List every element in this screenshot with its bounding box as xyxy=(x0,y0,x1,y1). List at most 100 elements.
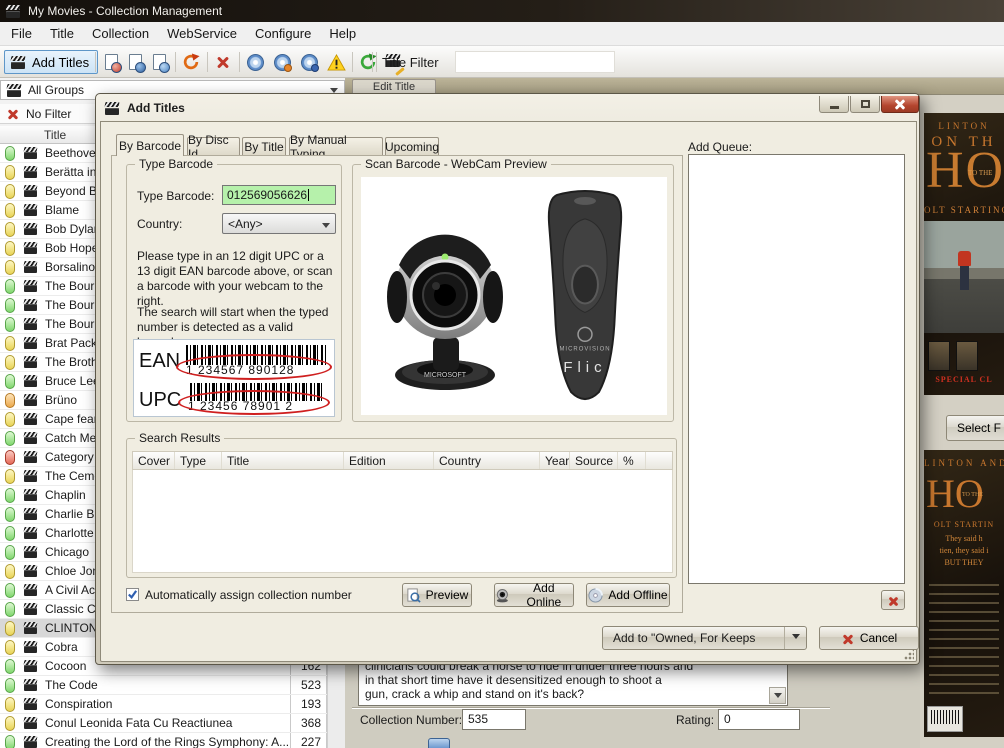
dropdown-arrow-section[interactable] xyxy=(784,627,806,649)
menu-item[interactable]: File xyxy=(2,22,41,45)
toolbar-separator xyxy=(207,52,208,72)
movie-clapper-icon xyxy=(20,413,41,425)
rating-label: Rating: xyxy=(676,713,714,727)
add-queue-list[interactable] xyxy=(688,154,905,584)
warning-icon xyxy=(327,54,346,71)
barcode-input[interactable]: 012569056626 xyxy=(222,185,336,205)
title-cell: The Code xyxy=(41,678,290,692)
disc-back-button[interactable] xyxy=(244,51,266,73)
tab-By Manual Typing[interactable]: By Manual Typing xyxy=(289,137,383,156)
table-row[interactable]: Creating the Lord of the Rings Symphony:… xyxy=(0,733,327,748)
webcam-preview-group: Scan Barcode - WebCam Preview xyxy=(352,164,674,422)
country-select[interactable]: <Any> xyxy=(222,213,336,234)
minimize-icon xyxy=(830,106,839,109)
movie-clapper-icon xyxy=(20,603,41,615)
cover-badge: SPECIAL CL xyxy=(924,375,1004,384)
export-page-button[interactable] xyxy=(100,51,122,73)
toolbar-separator xyxy=(239,52,240,72)
column-header[interactable]: % xyxy=(618,452,646,469)
scroll-down-button[interactable] xyxy=(769,687,786,704)
column-header[interactable]: Year xyxy=(540,452,570,469)
menu-item[interactable]: Title xyxy=(41,22,83,45)
group-label: Search Results xyxy=(135,431,224,445)
webcam-icon: MICROSOFT xyxy=(377,215,517,393)
movie-clapper-icon xyxy=(20,261,41,273)
group-label: Type Barcode xyxy=(135,157,217,171)
column-header[interactable]: Country xyxy=(434,452,540,469)
red-oval xyxy=(176,354,332,380)
add-to-split-button[interactable]: Add to "Owned, For Keeps xyxy=(602,626,807,650)
results-header-row: CoverTypeTitleEditionCountryYearSource% xyxy=(132,451,673,470)
save-page-button[interactable] xyxy=(148,51,170,73)
collection-number-field[interactable]: 535 xyxy=(462,709,526,730)
close-button[interactable] xyxy=(881,96,919,113)
movie-clapper-icon xyxy=(20,204,41,216)
back-cover-image[interactable]: LINTON ANDE HO TO THE OLT STARTIN They s… xyxy=(924,450,1004,737)
queue-delete-button[interactable] xyxy=(881,590,905,610)
status-pill-icon xyxy=(0,697,20,712)
add-online-button[interactable]: Add Online xyxy=(494,583,574,607)
column-header[interactable]: Type xyxy=(175,452,222,469)
menu-item[interactable]: Configure xyxy=(246,22,320,45)
import-page-button[interactable] xyxy=(124,51,146,73)
toolbar: Add Titles Title Filter xyxy=(0,46,1004,78)
dialog-clapper-icon xyxy=(105,102,120,115)
title-cell: Conspiration xyxy=(41,697,290,711)
tab-By Disc Id[interactable]: By Disc Id xyxy=(187,137,240,156)
menu-item[interactable]: Help xyxy=(320,22,365,45)
column-header[interactable]: Edition xyxy=(344,452,434,469)
rating-field[interactable]: 0 xyxy=(718,709,800,730)
filter-label: No Filter xyxy=(26,107,71,121)
select-front-button[interactable]: Select F xyxy=(946,415,1004,441)
cover-text: They said h xyxy=(924,534,1004,543)
preview-button[interactable]: Preview xyxy=(402,583,472,607)
cover-text: LINTON ANDE xyxy=(924,458,1004,468)
auto-assign-checkbox[interactable] xyxy=(126,588,139,601)
add-offline-button[interactable]: Add Offline xyxy=(586,583,670,607)
status-pill-icon xyxy=(0,393,20,408)
number-cell: 523 xyxy=(290,676,327,694)
column-header[interactable]: Cover xyxy=(133,452,175,469)
number-cell: 368 xyxy=(290,714,327,732)
maximize-icon xyxy=(861,100,870,108)
results-list[interactable] xyxy=(132,470,673,573)
disc-save-icon xyxy=(301,54,318,71)
tab-By Title[interactable]: By Title xyxy=(242,137,286,156)
dialog-titlebar[interactable]: Add Titles xyxy=(100,97,185,119)
disc-small-icon xyxy=(588,588,603,603)
front-cover-image[interactable]: LINTON ON TH HO TO THE OLT STARTING SPEC… xyxy=(924,113,1004,395)
status-pill-icon xyxy=(0,203,20,218)
title-filter-input[interactable] xyxy=(455,51,615,73)
status-pill-icon xyxy=(0,431,20,446)
movie-clapper-icon xyxy=(20,508,41,520)
cover-body-text xyxy=(929,580,999,698)
minimize-button[interactable] xyxy=(819,96,849,113)
barcode-example-image: EAN 1 234567 890128 UPC 1 23456 78901 2 xyxy=(133,339,335,417)
table-row[interactable]: Conul Leonida Fata Cu Reactiunea368 xyxy=(0,714,327,733)
clapper-icon xyxy=(11,56,26,69)
cancel-button[interactable]: Cancel xyxy=(819,626,919,650)
movie-clapper-icon xyxy=(20,337,41,349)
maximize-button[interactable] xyxy=(850,96,880,113)
toolbar-separator xyxy=(372,52,373,72)
table-row[interactable]: The Code523 xyxy=(0,676,327,695)
webcam-small-icon xyxy=(495,588,510,603)
warnings-button[interactable] xyxy=(325,51,347,73)
update-button[interactable] xyxy=(180,51,202,73)
menu-item[interactable]: WebService xyxy=(158,22,246,45)
cover-photo xyxy=(924,221,1004,333)
disc-save-button[interactable] xyxy=(298,51,320,73)
column-header[interactable]: Title xyxy=(222,452,344,469)
add-titles-button[interactable]: Add Titles xyxy=(4,50,98,74)
delete-button[interactable] xyxy=(212,51,234,73)
status-pill-icon xyxy=(0,583,20,598)
column-header[interactable]: Source xyxy=(570,452,618,469)
number-cell: 227 xyxy=(290,733,327,748)
window-titlebar[interactable]: My Movies - Collection Management xyxy=(0,0,1004,22)
resize-grip[interactable] xyxy=(904,650,914,660)
disc-person-button[interactable] xyxy=(271,51,293,73)
table-row[interactable]: Conspiration193 xyxy=(0,695,327,714)
tab-By Barcode[interactable]: By Barcode xyxy=(116,134,184,156)
tab-Upcoming[interactable]: Upcoming xyxy=(385,137,439,156)
menu-item[interactable]: Collection xyxy=(83,22,158,45)
